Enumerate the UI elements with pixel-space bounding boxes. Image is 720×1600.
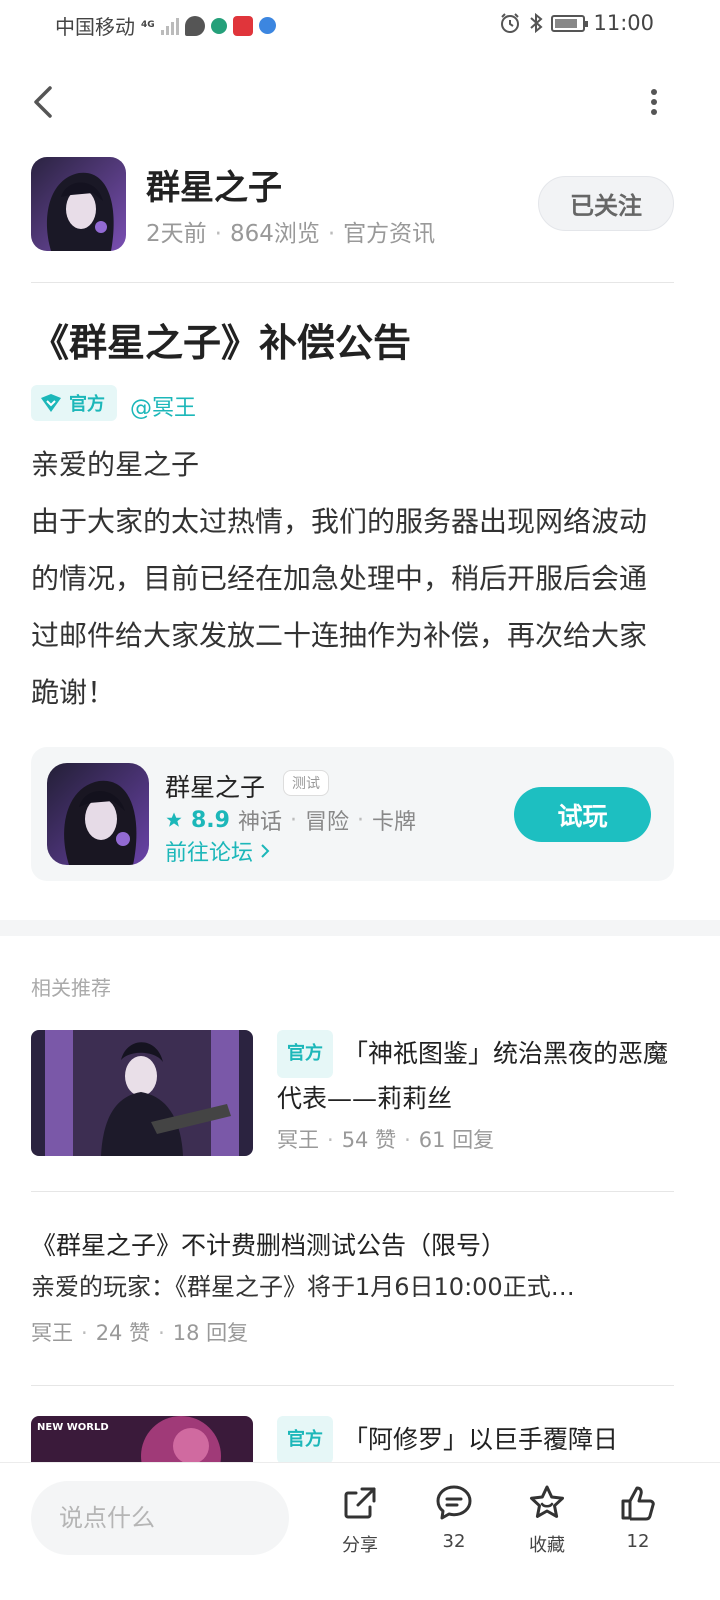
related-meta: 冥王 · 24 赞 · 18 回复: [31, 1321, 249, 1345]
play-button[interactable]: 试玩: [514, 787, 651, 842]
game-tag: 神话: [237, 810, 282, 835]
test-badge: 测试: [283, 770, 329, 796]
status-left: 中国移动 4G: [55, 11, 276, 40]
thumbnail-caption: NEW WORLD: [37, 1422, 109, 1433]
share-button[interactable]: 分享: [325, 1483, 395, 1557]
game-character-avatar: [31, 157, 126, 251]
related-summary[interactable]: 亲爱的玩家：《群星之子》将于1月6日10:00正式…: [31, 1267, 653, 1302]
post-body: 由于大家的太过热情，我们的服务器出现网络波动的情况，目前已经在加急处理中，稍后开…: [31, 505, 648, 709]
game-tag: 卡牌: [372, 810, 417, 835]
browser-app-icon: [259, 17, 276, 34]
divider: [31, 1191, 674, 1192]
alarm-icon: [501, 13, 520, 33]
related-meta: 冥王 · 54 赞 · 61 回复: [277, 1128, 495, 1152]
related-thumbnail-art: NEW WORLD: [31, 1416, 253, 1462]
related-title-text: 「阿修罗」以巨手覆障日: [343, 1425, 619, 1454]
game-icon-art: [47, 763, 149, 865]
post-title: 《群星之子》补偿公告: [31, 321, 412, 365]
author-avatar[interactable]: [31, 157, 126, 251]
share-label: 分享: [342, 1535, 378, 1556]
like-button[interactable]: 12: [603, 1483, 673, 1552]
related-replies: 18 回复: [172, 1321, 249, 1345]
comment-count: 32: [442, 1531, 466, 1552]
battery-icon: [551, 14, 589, 32]
post-content: 亲爱的星之子 由于大家的太过热情，我们的服务器出现网络波动的情况，目前已经在加急…: [31, 436, 671, 721]
game-meta: 8.9 神话 · 冒险 · 卡牌: [165, 804, 416, 836]
related-likes: 54 赞: [341, 1128, 397, 1152]
comment-input[interactable]: [31, 1481, 289, 1555]
related-author: 冥王: [31, 1321, 73, 1345]
official-badge-label: 官方: [69, 394, 105, 415]
carrier-label: 中国移动: [55, 15, 135, 39]
game-icon: [47, 763, 149, 865]
app-notification-icon: [211, 17, 227, 34]
status-right: 11:00: [499, 11, 654, 35]
post-time: 2天前: [146, 221, 207, 247]
official-badge: 官方: [277, 1416, 333, 1462]
author-name[interactable]: 群星之子: [146, 160, 282, 209]
official-shield-icon: [41, 394, 61, 412]
game-score: 8.9: [191, 807, 230, 833]
author-mention-link[interactable]: @冥王: [130, 390, 196, 422]
follow-button[interactable]: 已关注: [538, 176, 674, 231]
signal-icon: [161, 17, 179, 35]
comment-button[interactable]: 32: [419, 1483, 489, 1552]
more-options-button[interactable]: [636, 82, 672, 126]
game-card[interactable]: 群星之子 测试 8.9 神话 · 冒险 · 卡牌 前往论坛 试玩: [31, 747, 674, 881]
related-section-title: 相关推荐: [31, 976, 111, 1000]
related-thumbnail[interactable]: [31, 1030, 253, 1156]
related-thumbnail-art: [31, 1030, 253, 1156]
post-meta: 2天前 · 864浏览 · 官方资讯: [146, 221, 436, 247]
status-bar: 中国移动 4G 11:00: [0, 0, 720, 48]
star-outline-icon: [530, 1485, 564, 1518]
related-title[interactable]: 官方 「神祇图鉴」统治黑夜的恶魔代表——莉莉丝: [277, 1030, 672, 1120]
go-to-forum-label: 前往论坛: [165, 841, 254, 866]
related-likes: 24 赞: [95, 1321, 151, 1345]
related-thumbnail[interactable]: NEW WORLD: [31, 1416, 253, 1462]
bottom-action-bar: 分享 32 收藏 12: [0, 1462, 720, 1600]
official-badge: 官方: [277, 1030, 333, 1078]
section-divider: [0, 920, 720, 936]
related-author: 冥王: [277, 1128, 319, 1152]
game-tag: 冒险: [305, 810, 350, 835]
star-icon: [166, 812, 182, 827]
comment-icon: [436, 1485, 472, 1520]
divider: [31, 282, 674, 283]
thumbs-up-icon: [621, 1486, 655, 1521]
related-title[interactable]: 《群星之子》不计费删档测试公告（限号）: [31, 1226, 506, 1262]
official-badge: 官方: [31, 385, 117, 421]
post-greeting: 亲爱的星之子: [31, 448, 200, 481]
like-count: 12: [626, 1531, 650, 1552]
network-type: 4G: [141, 20, 155, 30]
back-button[interactable]: [26, 80, 66, 124]
message-icon: [185, 15, 205, 36]
back-arrow-icon: [34, 86, 52, 118]
bluetooth-icon: [530, 12, 544, 34]
related-replies: 61 回复: [418, 1128, 495, 1152]
clock-time: 11:00: [593, 11, 654, 35]
favorite-label: 收藏: [529, 1535, 565, 1556]
more-vertical-icon: [651, 89, 657, 115]
reader-app-icon: [233, 15, 253, 36]
view-count: 864浏览: [229, 221, 320, 247]
game-name: 群星之子: [165, 773, 266, 802]
favorite-button[interactable]: 收藏: [512, 1483, 582, 1557]
go-to-forum-link[interactable]: 前往论坛: [165, 835, 271, 867]
share-icon: [344, 1487, 376, 1519]
post-category: 官方资讯: [343, 221, 436, 247]
chevron-right-icon: [261, 844, 270, 858]
divider: [31, 1385, 674, 1386]
related-title-text: 「神祇图鉴」统治黑夜的恶魔代表——莉莉丝: [277, 1039, 669, 1113]
related-title[interactable]: 官方 「阿修罗」以巨手覆障日: [277, 1416, 672, 1462]
